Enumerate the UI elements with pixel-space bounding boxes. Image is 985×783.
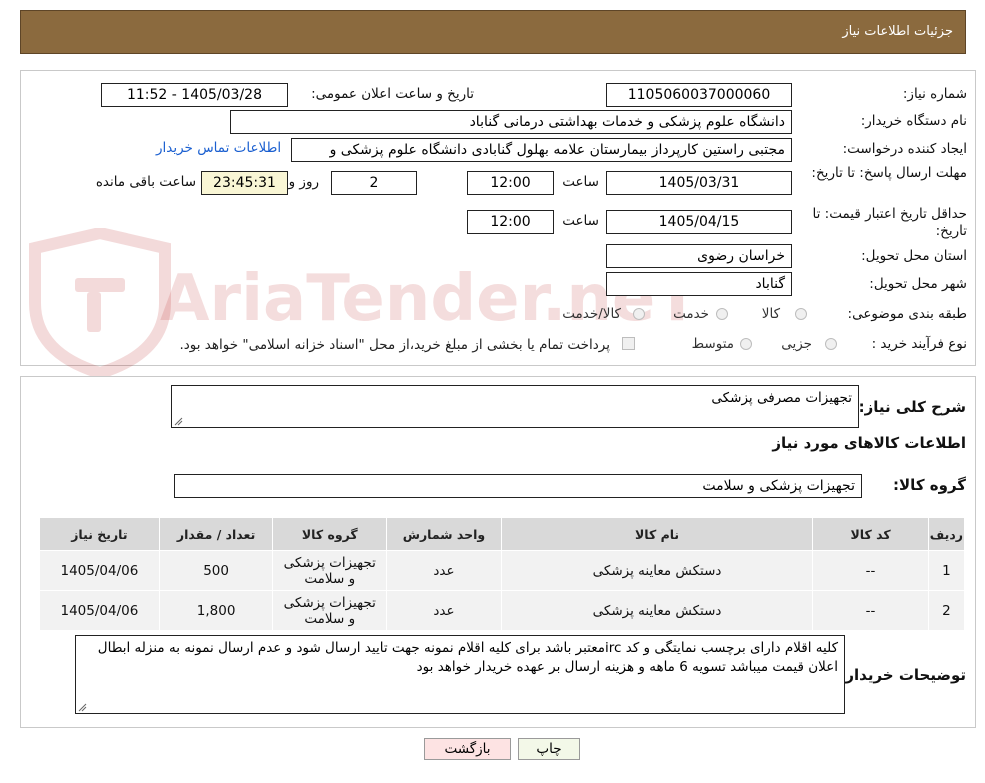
need-number-field: 1105060037000060 bbox=[606, 83, 792, 107]
validity-label: حداقل تاریخ اعتبار قیمت: تا تاریخ: bbox=[812, 206, 967, 239]
col-header-group: گروه کالا bbox=[272, 517, 388, 551]
col-header-unit: واحد شمارش bbox=[386, 517, 502, 551]
cell-qty: 500 bbox=[158, 550, 274, 591]
process-medium-label: متوسط bbox=[691, 336, 734, 352]
deadline-label: مهلت ارسال پاسخ: تا تاریخ: bbox=[811, 165, 967, 181]
province-label: استان محل تحویل: bbox=[861, 248, 967, 264]
page-title: جزئیات اطلاعات نیاز bbox=[842, 24, 953, 39]
process-minor-label: جزیی bbox=[781, 336, 812, 352]
creator-field: مجتبی راستین کارپرداز بیمارستان علامه به… bbox=[291, 138, 792, 162]
summary-textarea: تجهیزات مصرفی پزشکی bbox=[171, 385, 859, 428]
deadline-time-field: 12:00 bbox=[467, 171, 554, 195]
cell-row-number: 2 bbox=[927, 590, 966, 631]
col-header-date: تاریخ نیاز bbox=[39, 517, 160, 551]
process-medium-radio[interactable] bbox=[740, 338, 752, 350]
category-goods-service-radio[interactable] bbox=[633, 308, 645, 320]
print-button[interactable]: چاپ bbox=[518, 738, 580, 760]
creator-label: ایجاد کننده درخواست: bbox=[842, 141, 967, 157]
process-minor-radio[interactable] bbox=[825, 338, 837, 350]
cell-code: -- bbox=[812, 550, 929, 591]
back-button[interactable]: بازگشت bbox=[424, 738, 511, 760]
deadline-time-label: ساعت bbox=[562, 174, 599, 190]
treasury-payment-note: پرداخت تمام یا بخشی از مبلغ خرید،از محل … bbox=[179, 337, 610, 353]
cell-group: تجهیزات پزشکی و سلامت bbox=[272, 550, 388, 591]
treasury-payment-checkbox[interactable] bbox=[622, 337, 635, 350]
cell-row-number: 1 bbox=[927, 550, 966, 591]
col-header-qty: تعداد / مقدار bbox=[158, 517, 274, 551]
buyer-notes-textarea: کلیه اقلام دارای برچسب نمایتگی و کد ircم… bbox=[75, 635, 845, 714]
buyer-notes-label: توضیحات خریدار: bbox=[839, 666, 966, 684]
col-header-code: کد کالا bbox=[812, 517, 929, 551]
cell-qty: 1,800 bbox=[158, 590, 274, 631]
buyer-org-label: نام دستگاه خریدار: bbox=[860, 113, 967, 129]
cell-code: -- bbox=[812, 590, 929, 631]
cell-name: دستکش معاینه پزشکی bbox=[500, 590, 814, 631]
goods-group-label: گروه کالا: bbox=[893, 476, 966, 494]
cell-name: دستکش معاینه پزشکی bbox=[500, 550, 814, 591]
process-label: نوع فرآیند خرید : bbox=[871, 336, 967, 352]
validity-time-label: ساعت bbox=[562, 213, 599, 229]
cell-group: تجهیزات پزشکی و سلامت bbox=[272, 590, 388, 631]
summary-text: تجهیزات مصرفی پزشکی bbox=[711, 390, 852, 406]
cell-unit: عدد bbox=[386, 590, 502, 631]
need-number-label: شماره نیاز: bbox=[902, 86, 967, 102]
validity-date-field: 1405/04/15 bbox=[606, 210, 792, 234]
buyer-contact-link[interactable]: اطلاعات تماس خریدار bbox=[156, 140, 281, 156]
resize-grip-icon[interactable] bbox=[78, 703, 87, 712]
province-field: خراسان رضوی bbox=[606, 244, 792, 268]
summary-label: شرح کلی نیاز: bbox=[858, 398, 966, 416]
cell-unit: عدد bbox=[386, 550, 502, 591]
city-label: شهر محل تحویل: bbox=[869, 276, 967, 292]
category-goods-label: کالا bbox=[761, 306, 780, 322]
category-goods-service-label: کالا/خدمت bbox=[562, 306, 621, 322]
goods-group-field: تجهیزات پزشکی و سلامت bbox=[174, 474, 862, 498]
table-row: 2 -- دستکش معاینه پزشکی عدد تجهیزات پزشک… bbox=[39, 590, 966, 631]
page-header: جزئیات اطلاعات نیاز bbox=[20, 10, 966, 54]
category-service-label: خدمت bbox=[673, 306, 709, 322]
days-field: 2 bbox=[331, 171, 417, 195]
category-service-radio[interactable] bbox=[716, 308, 728, 320]
col-header-row: ردیف bbox=[927, 517, 966, 551]
cell-date: 1405/04/06 bbox=[39, 590, 160, 631]
remaining-label: ساعت باقی مانده bbox=[95, 174, 196, 190]
table-row: 1 -- دستکش معاینه پزشکی عدد تجهیزات پزشک… bbox=[39, 550, 966, 591]
resize-grip-icon[interactable] bbox=[174, 417, 183, 426]
deadline-date-field: 1405/03/31 bbox=[606, 171, 792, 195]
category-goods-radio[interactable] bbox=[795, 308, 807, 320]
cell-date: 1405/04/06 bbox=[39, 550, 160, 591]
goods-info-title: اطلاعات کالاهای مورد نیاز bbox=[772, 434, 966, 452]
remaining-time-field: 23:45:31 bbox=[201, 171, 288, 195]
days-label: روز و bbox=[288, 174, 319, 190]
city-field: گناباد bbox=[606, 272, 792, 296]
validity-time-field: 12:00 bbox=[467, 210, 554, 234]
announce-datetime-field: 1405/03/28 - 11:52 bbox=[101, 83, 288, 107]
col-header-name: نام کالا bbox=[500, 517, 814, 551]
buyer-org-field: دانشگاه علوم پزشکی و خدمات بهداشتی درمان… bbox=[230, 110, 792, 134]
announce-datetime-label: تاریخ و ساعت اعلان عمومی: bbox=[311, 86, 474, 102]
items-table: ردیف کد کالا نام کالا واحد شمارش گروه کا… bbox=[39, 517, 966, 631]
category-label: طبقه بندی موضوعی: bbox=[847, 306, 967, 322]
buyer-notes-text: کلیه اقلام دارای برچسب نمایتگی و کد ircم… bbox=[97, 640, 838, 675]
items-table-header: ردیف کد کالا نام کالا واحد شمارش گروه کا… bbox=[39, 517, 966, 551]
